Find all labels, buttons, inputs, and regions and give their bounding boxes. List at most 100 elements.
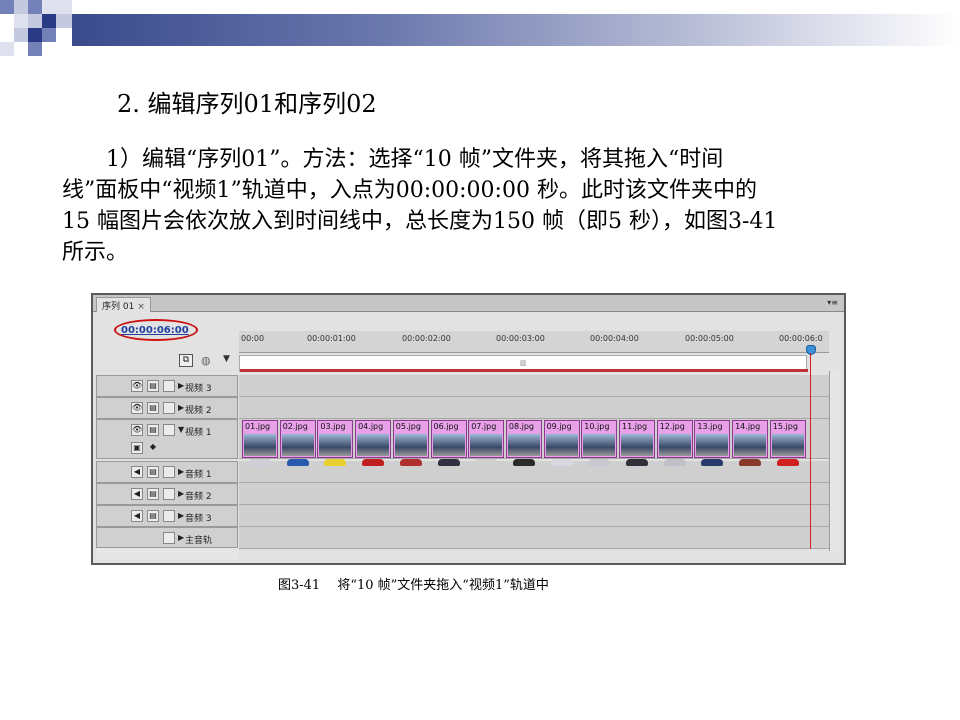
clip[interactable]: 08.jpg bbox=[505, 420, 542, 466]
expand-icon[interactable]: ▶ bbox=[178, 489, 184, 498]
clip[interactable]: 02.jpg bbox=[279, 420, 316, 466]
ruler-label: 00:00:01:00 bbox=[307, 334, 356, 343]
work-area-bar[interactable]: ▥ bbox=[239, 355, 808, 372]
expand-icon[interactable]: ▶ bbox=[178, 403, 184, 412]
display-style-icon[interactable]: ▣ bbox=[131, 442, 143, 454]
eye-icon[interactable]: 👁 bbox=[131, 424, 143, 436]
clip-label: 09.jpg bbox=[546, 422, 572, 431]
clip[interactable]: 06.jpg bbox=[430, 420, 467, 466]
panel-menu-icon[interactable]: ▾≡ bbox=[827, 298, 838, 307]
expand-icon[interactable]: ▶ bbox=[178, 467, 184, 476]
ruler-label: 00:00:06:0 bbox=[779, 334, 823, 343]
clip[interactable]: 05.jpg bbox=[392, 420, 429, 466]
clip[interactable]: 15.jpg bbox=[769, 420, 806, 466]
ruler-label: 00:00:04:00 bbox=[590, 334, 639, 343]
snap-icon[interactable]: ⧉ bbox=[179, 354, 193, 367]
toggle-icon[interactable] bbox=[163, 510, 175, 522]
speaker-icon[interactable]: ◀ bbox=[131, 466, 143, 478]
speaker-icon[interactable]: ◀ bbox=[131, 510, 143, 522]
close-icon[interactable]: × bbox=[137, 302, 145, 312]
paragraph-line: 所示。 bbox=[62, 240, 129, 265]
lock-icon[interactable]: ▤ bbox=[147, 466, 159, 478]
clip[interactable]: 14.jpg bbox=[732, 420, 769, 466]
car-image bbox=[776, 459, 799, 466]
clip-label: 08.jpg bbox=[508, 422, 534, 431]
clip[interactable]: 04.jpg bbox=[355, 420, 392, 466]
slide-decoration bbox=[0, 0, 960, 60]
car-image bbox=[249, 459, 271, 466]
track-lane-video-2[interactable] bbox=[239, 397, 829, 419]
car-image bbox=[286, 459, 309, 466]
lock-icon[interactable]: ▤ bbox=[147, 488, 159, 500]
clip[interactable]: 13.jpg bbox=[694, 420, 731, 466]
car-image bbox=[512, 459, 535, 466]
clip[interactable]: 11.jpg bbox=[619, 420, 655, 466]
track-header-audio-3[interactable]: ◀ ▤ ▶ 音频 3 bbox=[96, 505, 238, 527]
time-ruler[interactable]: 00:00 00:00:01:00 00:00:02:00 00:00:03:0… bbox=[239, 331, 829, 353]
car-image bbox=[626, 459, 648, 466]
clip[interactable]: 09.jpg bbox=[543, 420, 580, 466]
paragraph-line: 1）编辑“序列01”。方法：选择“10 帧”文件夹，将其拖入“时间 bbox=[62, 147, 724, 172]
track-lane-video-3[interactable] bbox=[239, 375, 829, 397]
car-image bbox=[701, 459, 724, 466]
car-image bbox=[362, 459, 385, 466]
ruler-label: 00:00:05:00 bbox=[685, 334, 734, 343]
eye-icon[interactable]: 👁 bbox=[131, 380, 143, 392]
speaker-icon[interactable]: ◀ bbox=[131, 488, 143, 500]
expand-icon[interactable]: ▶ bbox=[178, 381, 184, 390]
clip-thumbnail bbox=[696, 434, 729, 466]
keyframe-nav-icon[interactable]: ◆ bbox=[147, 442, 159, 454]
playhead-icon[interactable] bbox=[806, 345, 816, 355]
clip-label: 10.jpg bbox=[584, 422, 610, 431]
track-header-master[interactable]: ▶ 主音轨 bbox=[96, 527, 238, 549]
lock-icon[interactable]: ▤ bbox=[147, 424, 159, 436]
clip-label: 12.jpg bbox=[659, 422, 685, 431]
clip[interactable]: 07.jpg bbox=[468, 420, 505, 466]
clip-thumbnail bbox=[470, 434, 503, 466]
clip[interactable]: 01.jpg bbox=[242, 420, 278, 466]
track-header-video-1[interactable]: 👁 ▤ ▼ 视频 1 ▣ ◆ bbox=[96, 419, 238, 459]
lock-icon[interactable]: ▤ bbox=[147, 510, 159, 522]
vertical-scrollbar[interactable] bbox=[829, 371, 840, 551]
toggle-icon[interactable] bbox=[163, 380, 175, 392]
track-header-audio-2[interactable]: ◀ ▤ ▶ 音频 2 bbox=[96, 483, 238, 505]
track-lane-audio-2[interactable] bbox=[239, 483, 829, 505]
toggle-icon[interactable] bbox=[163, 466, 175, 478]
keyframe-icon[interactable]: ▼ bbox=[223, 354, 230, 364]
lock-icon[interactable]: ▤ bbox=[147, 380, 159, 392]
lock-icon[interactable]: ▤ bbox=[147, 402, 159, 414]
collapse-icon[interactable]: ▼ bbox=[178, 425, 184, 434]
clip[interactable]: 03.jpg bbox=[317, 420, 354, 466]
section-heading: 2. 编辑序列01和序列02 bbox=[117, 90, 377, 118]
clip-thumbnail bbox=[658, 434, 691, 466]
track-header-video-3[interactable]: 👁 ▤ ▶ 视频 3 bbox=[96, 375, 238, 397]
toggle-icon[interactable] bbox=[163, 424, 175, 436]
horizontal-scrollbar[interactable] bbox=[96, 547, 238, 559]
toggle-icon[interactable] bbox=[163, 532, 175, 544]
clip[interactable]: 10.jpg bbox=[581, 420, 618, 466]
clip-thumbnail bbox=[394, 434, 427, 466]
track-label: 音频 1 bbox=[185, 470, 212, 480]
toggle-icon[interactable] bbox=[163, 488, 175, 500]
toggle-icon[interactable] bbox=[163, 402, 175, 414]
clip-label: 15.jpg bbox=[772, 422, 798, 431]
eye-icon[interactable]: 👁 bbox=[131, 402, 143, 414]
tab-sequence-01[interactable]: 序列 01 × bbox=[96, 297, 151, 312]
track-header-video-2[interactable]: 👁 ▤ ▶ 视频 2 bbox=[96, 397, 238, 419]
clip[interactable]: 12.jpg bbox=[656, 420, 693, 466]
expand-icon[interactable]: ▶ bbox=[178, 511, 184, 520]
clip-thumbnail bbox=[281, 434, 314, 466]
clip-label: 02.jpg bbox=[282, 422, 308, 431]
marker-icon[interactable]: ◍ bbox=[201, 354, 211, 367]
timecode-highlight-circle bbox=[114, 319, 198, 341]
track-label: 音频 2 bbox=[185, 492, 212, 502]
track-header-audio-1[interactable]: ◀ ▤ ▶ 音频 1 bbox=[96, 461, 238, 483]
track-lane-master[interactable] bbox=[239, 527, 829, 549]
clip-label: 07.jpg bbox=[471, 422, 497, 431]
work-area-grip-icon[interactable]: ▥ bbox=[520, 359, 527, 367]
clip-thumbnail bbox=[357, 434, 390, 466]
expand-icon[interactable]: ▶ bbox=[178, 533, 184, 542]
clip-label: 03.jpg bbox=[320, 422, 346, 431]
track-lane-audio-3[interactable] bbox=[239, 505, 829, 527]
clip-label: 11.jpg bbox=[622, 422, 648, 431]
